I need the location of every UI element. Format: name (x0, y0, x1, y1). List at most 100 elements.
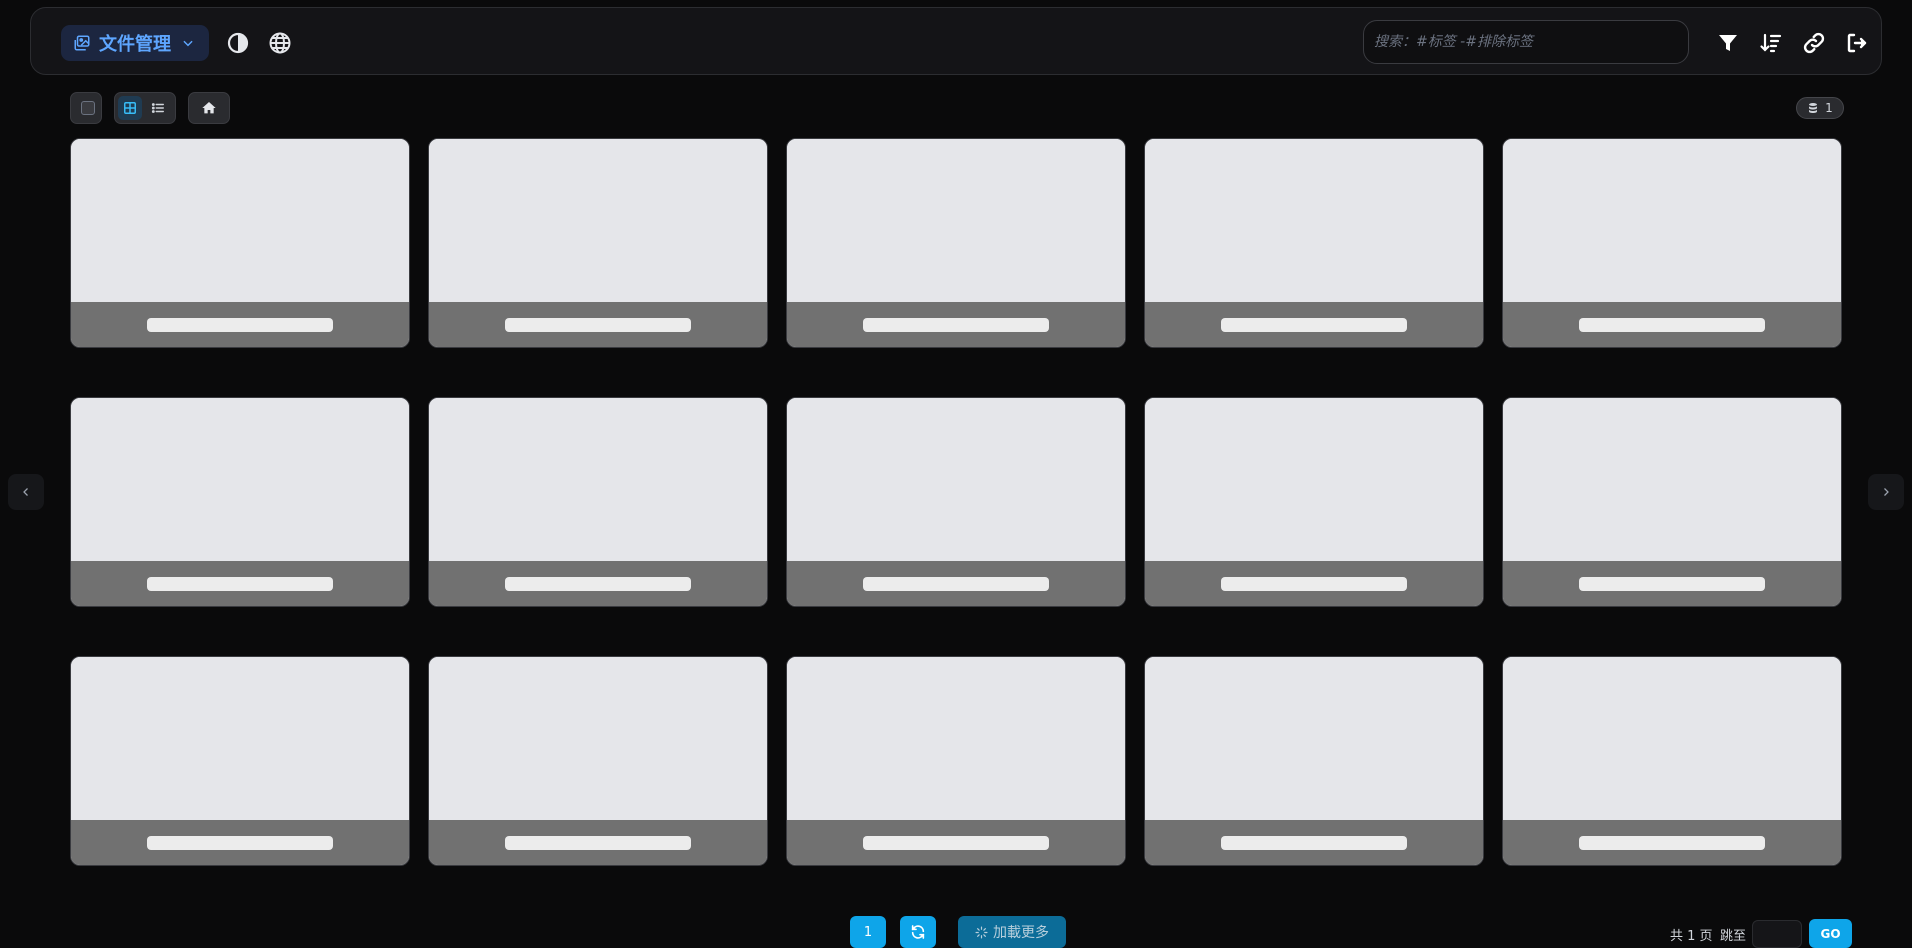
card-thumbnail (429, 139, 767, 304)
card-thumbnail (1503, 398, 1841, 563)
card-title-placeholder (505, 835, 691, 850)
card-thumbnail (429, 657, 767, 822)
page-button-current[interactable]: 1 (850, 916, 886, 948)
file-card[interactable] (428, 397, 768, 607)
item-count: 1 (1825, 101, 1833, 115)
grid-view-button[interactable] (118, 96, 142, 120)
refresh-icon (911, 925, 925, 939)
file-card[interactable] (1144, 656, 1484, 866)
prev-page-button[interactable] (8, 474, 44, 510)
select-all-box[interactable] (70, 92, 102, 124)
contrast-icon[interactable] (226, 31, 250, 55)
logout-icon[interactable] (1845, 31, 1869, 55)
chevron-right-icon (1884, 488, 1889, 496)
go-button[interactable]: GO (1809, 919, 1852, 948)
select-all-checkbox[interactable] (81, 101, 95, 115)
load-more-button[interactable]: 加載更多 (958, 916, 1066, 948)
card-thumbnail (429, 398, 767, 563)
file-card[interactable] (786, 138, 1126, 348)
card-title-placeholder (505, 576, 691, 591)
file-card[interactable] (70, 656, 410, 866)
card-title-placeholder (147, 317, 333, 332)
top-header: 文件管理 (30, 7, 1882, 75)
card-footer (1145, 561, 1483, 606)
jump-page-input[interactable] (1752, 920, 1802, 948)
card-footer (71, 561, 409, 606)
card-footer (787, 820, 1125, 865)
card-title-placeholder (1221, 576, 1407, 591)
list-view-button[interactable] (146, 96, 170, 120)
jump-label: 跳至 (1720, 929, 1747, 944)
card-footer (1145, 302, 1483, 347)
card-thumbnail (71, 139, 409, 304)
file-grid (70, 138, 1844, 866)
card-footer (1503, 561, 1841, 606)
filter-icon[interactable] (1716, 31, 1740, 55)
search-input[interactable] (1363, 20, 1689, 64)
file-manager-dropdown[interactable]: 文件管理 (61, 25, 209, 61)
spinner-icon (975, 925, 988, 939)
file-card[interactable] (786, 656, 1126, 866)
link-icon[interactable] (1802, 31, 1826, 55)
globe-icon[interactable] (268, 31, 292, 55)
card-footer (787, 561, 1125, 606)
next-page-button[interactable] (1868, 474, 1904, 510)
card-title-placeholder (147, 576, 333, 591)
view-mode-toggle (114, 92, 176, 124)
card-footer (71, 820, 409, 865)
card-thumbnail (71, 398, 409, 563)
file-card[interactable] (1502, 397, 1842, 607)
card-title-placeholder (505, 317, 691, 332)
card-thumbnail (1145, 139, 1483, 304)
card-footer (429, 820, 767, 865)
home-button[interactable] (188, 92, 230, 124)
card-thumbnail (787, 398, 1125, 563)
file-manager-label: 文件管理 (99, 34, 171, 55)
card-thumbnail (1503, 139, 1841, 304)
card-title-placeholder (863, 317, 1049, 332)
card-footer (1145, 820, 1483, 865)
card-thumbnail (71, 657, 409, 822)
card-title-placeholder (1579, 835, 1765, 850)
item-count-badge: 1 (1796, 97, 1844, 119)
card-footer (1503, 820, 1841, 865)
card-thumbnail (1503, 657, 1841, 822)
refresh-button[interactable] (900, 916, 936, 948)
card-footer (71, 302, 409, 347)
card-footer (429, 561, 767, 606)
card-footer (787, 302, 1125, 347)
file-card[interactable] (428, 656, 768, 866)
card-title-placeholder (147, 835, 333, 850)
card-title-placeholder (863, 835, 1049, 850)
card-title-placeholder (1221, 317, 1407, 332)
grid-icon (124, 102, 136, 114)
file-card[interactable] (1144, 138, 1484, 348)
list-icon (151, 103, 164, 113)
go-label: GO (1820, 926, 1841, 941)
file-card[interactable] (1144, 397, 1484, 607)
file-card[interactable] (70, 397, 410, 607)
load-more-label: 加載更多 (993, 925, 1049, 941)
image-icon (74, 35, 90, 51)
card-thumbnail (1145, 657, 1483, 822)
card-title-placeholder (863, 576, 1049, 591)
card-title-placeholder (1221, 835, 1407, 850)
card-footer (429, 302, 767, 347)
home-icon (202, 102, 216, 114)
file-card[interactable] (1502, 138, 1842, 348)
card-thumbnail (787, 139, 1125, 304)
chevron-left-icon (23, 488, 28, 496)
chevron-down-icon (183, 40, 193, 47)
database-icon (1809, 103, 1818, 113)
current-page-number: 1 (863, 924, 873, 940)
card-thumbnail (1145, 398, 1483, 563)
file-card[interactable] (1502, 656, 1842, 866)
file-card[interactable] (428, 138, 768, 348)
file-card[interactable] (70, 138, 410, 348)
sort-icon[interactable] (1759, 31, 1783, 55)
card-footer (1503, 302, 1841, 347)
card-thumbnail (787, 657, 1125, 822)
card-title-placeholder (1579, 576, 1765, 591)
file-card[interactable] (786, 397, 1126, 607)
total-pages-text: 共 1 页 (1670, 929, 1713, 944)
